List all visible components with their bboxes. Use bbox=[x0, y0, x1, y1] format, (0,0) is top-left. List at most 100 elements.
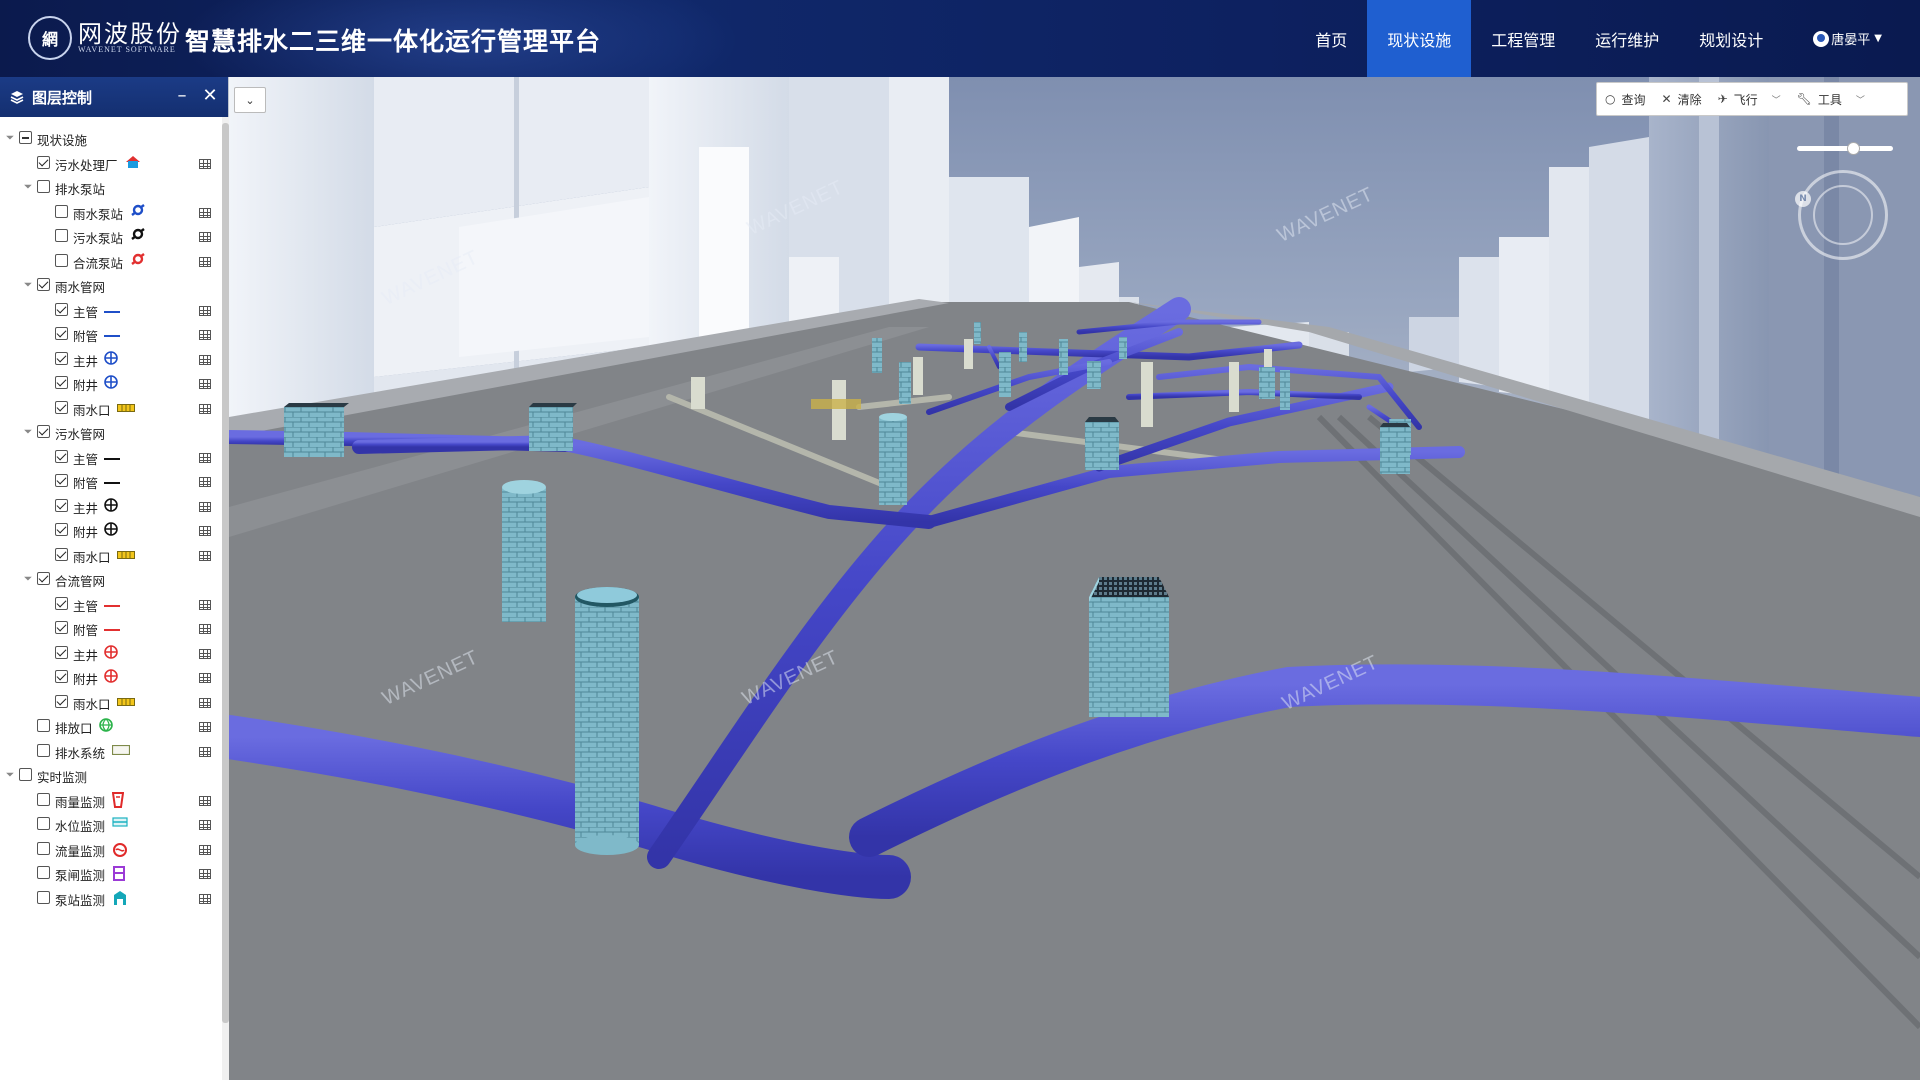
layer-checkbox[interactable] bbox=[55, 474, 68, 487]
layer-row[interactable]: 附管 bbox=[0, 470, 220, 492]
layer-checkbox[interactable] bbox=[37, 180, 50, 193]
layer-row[interactable]: ◢ 雨水管网 bbox=[0, 274, 220, 296]
attribute-table-icon[interactable] bbox=[199, 256, 211, 267]
layer-checkbox[interactable] bbox=[55, 327, 68, 340]
layer-checkbox[interactable] bbox=[55, 596, 68, 610]
layer-checkbox[interactable] bbox=[19, 131, 32, 144]
layer-row[interactable]: 主井 bbox=[0, 642, 220, 664]
layer-row[interactable]: 泵闸监测 bbox=[0, 862, 220, 884]
layer-checkbox[interactable] bbox=[37, 425, 50, 438]
attribute-table-icon[interactable] bbox=[199, 501, 211, 512]
minimize-icon[interactable]: – bbox=[172, 85, 192, 106]
collapse-panel-button[interactable]: ⌄ bbox=[234, 87, 266, 113]
layer-checkbox[interactable] bbox=[37, 792, 50, 806]
expand-arrow-icon[interactable]: ◢ bbox=[22, 425, 36, 439]
expand-arrow-icon[interactable]: ◢ bbox=[4, 768, 18, 782]
layer-row[interactable]: 主井 bbox=[0, 348, 220, 370]
attribute-table-icon[interactable] bbox=[199, 477, 211, 487]
attribute-table-icon[interactable] bbox=[199, 746, 211, 757]
expand-arrow-icon[interactable]: ◢ bbox=[22, 180, 36, 194]
layer-row[interactable]: 主管 bbox=[0, 299, 220, 321]
attribute-table-icon[interactable] bbox=[199, 550, 211, 561]
scrollbar-thumb[interactable] bbox=[222, 123, 229, 1023]
layer-checkbox[interactable] bbox=[37, 743, 50, 757]
nav-home[interactable]: 首页 bbox=[1295, 0, 1367, 77]
layer-row[interactable]: 污水泵站 bbox=[0, 225, 220, 247]
attribute-table-icon[interactable] bbox=[199, 648, 211, 659]
attribute-table-icon[interactable] bbox=[199, 599, 211, 610]
layer-checkbox[interactable] bbox=[55, 229, 68, 242]
layer-checkbox[interactable] bbox=[37, 155, 50, 169]
attribute-table-icon[interactable] bbox=[199, 232, 211, 242]
attribute-table-icon[interactable] bbox=[199, 158, 211, 169]
layer-row[interactable]: ◢ 排水泵站 bbox=[0, 176, 220, 198]
layer-row[interactable]: 附管 bbox=[0, 617, 220, 639]
layer-row[interactable]: 污水处理厂 bbox=[0, 152, 220, 174]
layer-checkbox[interactable] bbox=[37, 278, 50, 291]
layer-checkbox[interactable] bbox=[55, 400, 68, 414]
layer-checkbox[interactable] bbox=[37, 890, 50, 904]
layer-checkbox[interactable] bbox=[55, 694, 68, 708]
layer-row[interactable]: 主管 bbox=[0, 446, 220, 468]
attribute-table-icon[interactable] bbox=[199, 697, 211, 708]
layer-row[interactable]: 雨水泵站 bbox=[0, 201, 220, 223]
map-3d-scene[interactable]: WAVENET WAVENET WAVENET WAVENET WAVENET … bbox=[229, 77, 1920, 1080]
expand-arrow-icon[interactable]: ◢ bbox=[4, 131, 18, 145]
layer-checkbox[interactable] bbox=[37, 866, 50, 879]
layer-checkbox[interactable] bbox=[55, 376, 68, 389]
layer-row[interactable]: 主管 bbox=[0, 593, 220, 615]
layer-row[interactable]: 雨水口 bbox=[0, 544, 220, 566]
layer-row[interactable]: ◢ 污水管网 bbox=[0, 421, 220, 443]
layer-row[interactable]: 主井 bbox=[0, 495, 220, 517]
attribute-table-icon[interactable] bbox=[199, 844, 211, 855]
compass-control[interactable]: N bbox=[1795, 170, 1888, 260]
attribute-table-icon[interactable] bbox=[199, 624, 211, 634]
layer-row[interactable]: 合流泵站 bbox=[0, 250, 220, 272]
layer-checkbox[interactable] bbox=[55, 253, 68, 267]
layer-checkbox[interactable] bbox=[55, 351, 68, 365]
layer-panel-scrollbar[interactable] bbox=[222, 117, 229, 1080]
nav-project-management[interactable]: 工程管理 bbox=[1471, 0, 1575, 77]
layer-checkbox[interactable] bbox=[55, 498, 68, 512]
close-icon[interactable]: ✕ bbox=[200, 85, 220, 106]
layer-checkbox[interactable] bbox=[55, 204, 68, 218]
layer-row[interactable]: 雨量监测 bbox=[0, 789, 220, 811]
attribute-table-icon[interactable] bbox=[199, 330, 211, 340]
layer-row[interactable]: 附井 bbox=[0, 519, 220, 541]
attribute-table-icon[interactable] bbox=[199, 354, 211, 365]
attribute-table-icon[interactable] bbox=[199, 795, 211, 806]
layer-checkbox[interactable] bbox=[37, 841, 50, 855]
layer-row[interactable]: 雨水口 bbox=[0, 691, 220, 713]
attribute-table-icon[interactable] bbox=[199, 452, 211, 463]
layer-row[interactable]: 泵站监测 bbox=[0, 887, 220, 909]
attribute-table-icon[interactable] bbox=[199, 207, 211, 218]
expand-arrow-icon[interactable]: ◢ bbox=[22, 572, 36, 586]
layer-row[interactable]: 排放口 bbox=[0, 715, 220, 737]
nav-operation-maintenance[interactable]: 运行维护 bbox=[1575, 0, 1679, 77]
nav-current-facilities[interactable]: 现状设施 bbox=[1367, 0, 1472, 77]
attribute-table-icon[interactable] bbox=[199, 893, 211, 904]
zoom-thumb[interactable] bbox=[1847, 142, 1860, 155]
layer-checkbox[interactable] bbox=[19, 768, 32, 781]
attribute-table-icon[interactable] bbox=[199, 820, 211, 830]
layer-row[interactable]: 附井 bbox=[0, 372, 220, 394]
layer-row[interactable]: 流量监测 bbox=[0, 838, 220, 860]
layer-checkbox[interactable] bbox=[55, 670, 68, 683]
attribute-table-icon[interactable] bbox=[199, 526, 211, 536]
zoom-slider[interactable] bbox=[1797, 142, 1893, 155]
layer-row[interactable]: 排水系统 bbox=[0, 740, 220, 762]
nav-planning-design[interactable]: 规划设计 bbox=[1679, 0, 1783, 77]
tools-dropdown[interactable]: 🔧︎ 工具 ﹀ bbox=[1789, 82, 1873, 116]
attribute-table-icon[interactable] bbox=[199, 869, 211, 879]
expand-arrow-icon[interactable]: ◢ bbox=[22, 278, 36, 292]
layer-row[interactable]: ◢ 合流管网 bbox=[0, 568, 220, 590]
layer-checkbox[interactable] bbox=[55, 449, 68, 463]
attribute-table-icon[interactable] bbox=[199, 305, 211, 316]
compass-ring[interactable] bbox=[1813, 185, 1873, 245]
layer-checkbox[interactable] bbox=[55, 547, 68, 561]
layer-checkbox[interactable] bbox=[37, 572, 50, 585]
layer-checkbox[interactable] bbox=[55, 645, 68, 659]
layer-checkbox[interactable] bbox=[37, 719, 50, 732]
zoom-track[interactable] bbox=[1797, 146, 1893, 151]
user-menu[interactable]: 唐晏平 ▼ bbox=[1783, 0, 1890, 77]
